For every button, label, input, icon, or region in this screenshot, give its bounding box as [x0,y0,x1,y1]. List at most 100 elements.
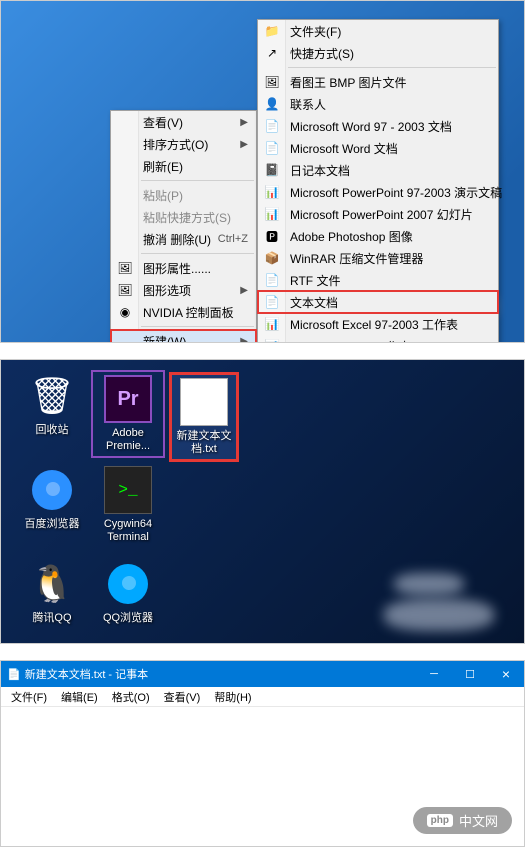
menu-item-label: 排序方式(O) [143,136,208,153]
menu-item-icon: 🖼 [264,74,280,90]
menu-item-icon: 👤 [264,96,280,112]
menu-item-label: RTF 文件 [290,272,340,289]
menu-item[interactable]: 👤 联系人 [258,93,498,115]
menu-item-label: 粘贴快捷方式(S) [143,209,231,226]
menu-separator [141,253,254,254]
screenshot-context-menu: 查看(V)▶排序方式(O)▶刷新(E)粘贴(P)粘贴快捷方式(S)撤消 删除(U… [0,0,525,343]
notepad-titlebar[interactable]: 📄 新建文本文档.txt - 记事本 ─ ☐ × [1,661,524,687]
menu-item[interactable]: ↗快捷方式(S) [258,42,498,64]
blur-redaction [384,599,494,631]
menu-item[interactable]: 📊Microsoft PowerPoint 97-2003 演示文稿 [258,181,498,203]
menu-item-label: Microsoft Word 97 - 2003 文档 [290,118,452,135]
menu-item-label: NVIDIA 控制面板 [143,304,234,321]
menu-item[interactable]: 刷新(E) [111,155,256,177]
menubar-item[interactable]: 格式(O) [106,687,156,707]
menu-separator [141,180,254,181]
menu-item[interactable]: 📁 文件夹(F) [258,20,498,42]
desktop-context-menu: 查看(V)▶排序方式(O)▶刷新(E)粘贴(P)粘贴快捷方式(S)撤消 删除(U… [110,110,257,343]
menu-item[interactable]: 📓日记本文档 [258,159,498,181]
menu-item-icon: 📄 [264,140,280,156]
app-tile-icon: Pr [104,375,152,423]
desktop-icon-adobe-premiere[interactable]: Pr Adobe Premie... [93,372,163,456]
menu-item[interactable]: 📊 Microsoft Excel 工作表 [258,335,498,343]
menu-item: 粘贴(P) [111,184,256,206]
desktop-icon-label: 回收站 [17,424,87,437]
menu-item[interactable]: 📄 RTF 文件 [258,269,498,291]
menu-item[interactable]: 撤消 删除(U)Ctrl+Z [111,228,256,250]
menu-item-icon: 📊 [264,206,280,222]
menu-item[interactable]: 查看(V)▶ [111,111,256,133]
menu-item-icon: ◉ [117,304,133,320]
menu-item-icon: 📊 [264,338,280,343]
watermark-text: 中文网 [459,811,498,830]
menu-item[interactable]: 新建(W) ▶ [111,330,256,343]
menubar-item[interactable]: 编辑(E) [55,687,104,707]
menu-item[interactable]: 📄文本文档 [258,291,498,313]
menu-item-icon: 📓 [264,162,280,178]
menu-item-label: 图形属性...... [143,260,211,277]
menu-item[interactable]: 🖼 图形属性...... [111,257,256,279]
menu-item[interactable]: 📦 WinRAR 压缩文件管理器 [258,247,498,269]
maximize-button[interactable]: ☐ [452,661,488,687]
menu-item[interactable]: ◉ NVIDIA 控制面板 [111,301,256,323]
file-icon [180,378,228,426]
desktop-icon-new-text-file[interactable]: 新建文本文档.txt [169,372,239,462]
close-button[interactable]: × [488,661,524,687]
browser-icon [28,466,76,514]
menu-item-label: Microsoft Word 文档 [290,140,398,157]
desktop-icon-baidu-browser[interactable]: 百度浏览器 [17,466,87,531]
menu-item-icon: 🅿 [264,228,280,244]
menu-item-shortcut: Ctrl+Z [218,233,248,245]
menu-item-label: 查看(V) [143,114,183,131]
menu-item[interactable]: 🅿 Adobe Photoshop 图像 [258,225,498,247]
menu-item[interactable]: 排序方式(O) ▶ [111,133,256,155]
menu-item[interactable]: 📊 Microsoft Excel 97-2003 工作表 [258,313,498,335]
menu-item-label: Microsoft Excel 97-2003 工作表 [290,316,458,333]
menu-item-icon: 📁 [264,23,280,39]
menu-item-label: 看图王 BMP 图片文件 [290,74,406,91]
menu-item-icon: 📦 [264,250,280,266]
new-submenu: 📁文件夹(F)↗快捷方式(S)🖼看图王 BMP 图片文件👤联系人📄Microso… [257,19,499,343]
menu-item[interactable]: 📊 Microsoft PowerPoint 2007 幻灯片 [258,203,498,225]
menu-item-label: 粘贴(P) [143,187,183,204]
menu-item-label: 文件夹(F) [290,23,341,40]
desktop-icon-label: 新建文本文档.txt [175,430,233,456]
desktop-icon-qq-browser[interactable]: QQ浏览器 [93,560,163,625]
menu-item[interactable]: 🖼图形选项▶ [111,279,256,301]
menu-separator [141,326,254,327]
menu-item[interactable]: 📄Microsoft Word 97 - 2003 文档 [258,115,498,137]
menubar-item[interactable]: 文件(F) [5,687,53,707]
minimize-button[interactable]: ─ [416,661,452,687]
menu-item-label: Microsoft PowerPoint 2007 幻灯片 [290,206,473,223]
screenshot-desktop: 🗑 回收站 Pr Adobe Premie... 新建文本文档.txt 百度浏览器>_Cy… [0,359,525,644]
menu-item-label: 图形选项 [143,282,191,299]
menu-item-label: 文本文档 [290,294,338,311]
menu-item-label: WinRAR 压缩文件管理器 [290,250,423,267]
menubar-item[interactable]: 查看(V) [158,687,207,707]
menu-item-label: Microsoft Excel 工作表 [290,338,411,344]
app-icon: 🐧 [28,560,76,608]
menu-item[interactable]: 🖼 看图王 BMP 图片文件 [258,71,498,93]
desktop-icon-tencent-qq[interactable]: 🐧 腾讯QQ [17,560,87,625]
menu-item-icon: 📊 [264,184,280,200]
menu-item-label: 新建(W) [143,333,186,344]
desktop-icon-cygwin-terminal[interactable]: >_Cygwin64 Terminal [93,466,163,544]
watermark-logo: php [427,814,453,827]
menu-item-label: 联系人 [290,96,326,113]
app-icon: 🗑 [28,372,76,420]
menu-item-label: Adobe Photoshop 图像 [290,228,413,245]
menu-item: 粘贴快捷方式(S) [111,206,256,228]
menu-item-icon: 📄 [264,272,280,288]
menubar-item[interactable]: 帮助(H) [208,687,257,707]
submenu-arrow-icon: ▶ [240,336,248,344]
desktop-icon-label: Adobe Premie... [96,427,160,453]
desktop-icon-label: QQ浏览器 [93,612,163,625]
menu-separator [288,67,496,68]
menu-item[interactable]: 📄 Microsoft Word 文档 [258,137,498,159]
menu-item-icon: 🖼 [117,260,133,276]
notepad-menubar: 文件(F)编辑(E)格式(O)查看(V)帮助(H) [1,687,524,707]
desktop-icon-label: 腾讯QQ [17,612,87,625]
menu-item-icon: 📊 [264,316,280,332]
desktop-icon-recycle-bin[interactable]: 🗑 回收站 [17,372,87,437]
submenu-arrow-icon: ▶ [240,139,248,150]
